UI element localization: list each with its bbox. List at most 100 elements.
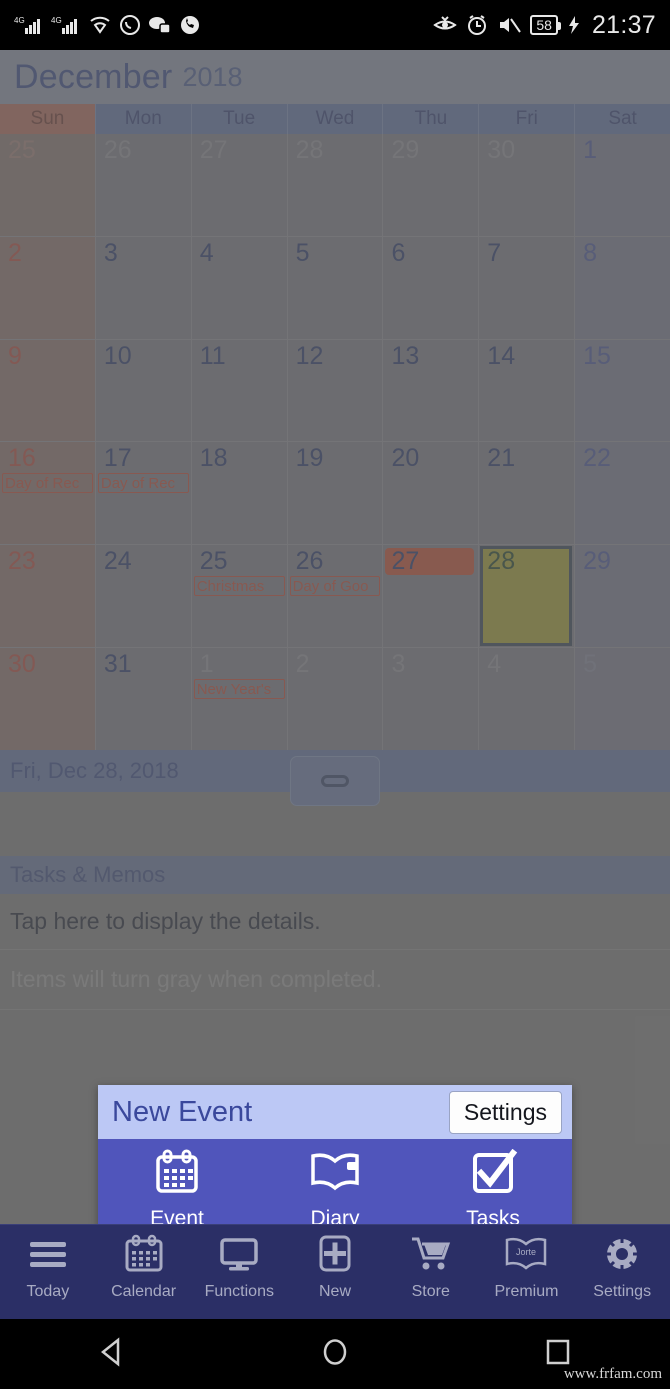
calendar-day-cell[interactable]: 1 xyxy=(575,134,670,236)
calendar-event-label[interactable]: Day of Goo xyxy=(289,576,381,597)
day-number: 8 xyxy=(583,238,598,267)
calendar-day-cell[interactable]: 26 Day of Goo xyxy=(287,545,384,648)
tasks-memos-row-hint[interactable]: Items will turn gray when completed. xyxy=(0,950,670,1010)
popup-settings-button[interactable]: Settings xyxy=(448,1090,562,1134)
home-circle-icon[interactable] xyxy=(315,1332,355,1377)
new-event-option-diary[interactable]: Diary xyxy=(256,1149,414,1231)
day-number: 12 xyxy=(295,341,324,370)
calendar-day-cell[interactable]: 7 xyxy=(479,236,576,339)
day-number: 24 xyxy=(103,547,132,576)
nav-item-calendar[interactable]: Calendar xyxy=(96,1234,192,1301)
calendar-day-cell[interactable]: 19 xyxy=(287,442,384,545)
month-header[interactable]: December 2018 xyxy=(0,50,670,104)
calendar-day-cell[interactable]: 31 xyxy=(95,648,192,750)
weekday-label: Wed xyxy=(315,108,355,129)
weekday-label: Fri xyxy=(515,108,538,129)
4g-signal-icon: 4G xyxy=(14,14,44,36)
calendar-day-cell[interactable]: 17 Day of Rec xyxy=(95,442,192,545)
calendar-event-label[interactable]: Christmas xyxy=(193,576,285,597)
day-number: 7 xyxy=(487,238,502,267)
weekday-label: Sun xyxy=(30,108,65,129)
calendar-day-cell[interactable]: 14 xyxy=(479,339,576,442)
calendar-grid[interactable]: 25 26 27 28 29 30 1 2 3 4 5 6 7 8 9 10 11 12 13 14 15 16 Day o… xyxy=(0,134,670,750)
day-number: 26 xyxy=(295,547,324,576)
day-number: 4 xyxy=(199,238,214,267)
tasks-memos-row-details[interactable]: Tap here to display the details. xyxy=(0,894,670,950)
day-number: 18 xyxy=(199,444,228,473)
app-content: December 2018 Sun Mon Tue Wed Thu Fri Sat 25 26… xyxy=(0,50,670,1319)
calendar-day-cell[interactable]: 9 xyxy=(0,339,96,442)
nav-item-premium[interactable]: Jorte Premium xyxy=(479,1234,575,1301)
calendar-day-cell[interactable]: 28 xyxy=(287,134,384,236)
battery-level: 58 xyxy=(536,16,552,33)
drag-handle-icon xyxy=(321,775,349,787)
day-number: 16 xyxy=(8,444,36,473)
calendar-day-cell[interactable]: 10 xyxy=(95,339,192,442)
calendar-day-cell[interactable]: 21 xyxy=(479,442,576,545)
calendar-day-cell[interactable]: 4 xyxy=(191,236,288,339)
calendar-day-cell[interactable]: 5 xyxy=(287,236,384,339)
weekday-header-mon: Mon xyxy=(95,104,192,134)
calendar-day-cell[interactable]: 1 New Year's xyxy=(191,648,288,750)
calendar-event-label[interactable]: Day of Rec xyxy=(97,473,189,494)
calendar-day-cell[interactable]: 2 xyxy=(287,648,384,750)
calendar-day-cell[interactable]: 27 xyxy=(383,545,480,648)
calendar-day-cell[interactable]: 4 xyxy=(479,648,576,750)
calendar-day-cell[interactable]: 29 xyxy=(383,134,480,236)
calendar-day-cell[interactable]: 6 xyxy=(383,236,480,339)
wifi-icon xyxy=(88,14,112,36)
battery-indicator: 58 xyxy=(530,15,561,35)
calendar-event-label[interactable]: New Year's xyxy=(193,679,285,700)
calendar-day-cell[interactable]: 3 xyxy=(95,236,192,339)
nav-item-new[interactable]: New xyxy=(287,1234,383,1301)
calendar-day-cell[interactable]: 16 Day of Rec xyxy=(0,442,96,545)
calendar-day-cell[interactable]: 26 xyxy=(95,134,192,236)
day-number: 19 xyxy=(295,444,324,473)
nav-item-functions[interactable]: Functions xyxy=(191,1234,287,1301)
svg-text:4G: 4G xyxy=(51,16,62,25)
drag-handle-tab[interactable] xyxy=(290,756,380,806)
day-number: 28 xyxy=(487,547,516,576)
nav-item-store[interactable]: Store xyxy=(383,1234,479,1301)
calendar-day-cell[interactable]: 12 xyxy=(287,339,384,442)
calendar-day-cell[interactable]: 3 xyxy=(383,648,480,750)
new-event-option-tasks[interactable]: Tasks xyxy=(414,1148,572,1231)
new-event-option-event[interactable]: Event xyxy=(98,1149,256,1231)
calendar-day-cell[interactable]: 8 xyxy=(575,236,670,339)
calendar-day-cell[interactable]: 2 xyxy=(0,236,96,339)
calendar-event-label[interactable]: Day of Rec xyxy=(2,473,93,494)
day-number: 27 xyxy=(391,547,420,576)
svg-text:4G: 4G xyxy=(14,16,25,25)
calendar-day-cell[interactable]: 15 xyxy=(575,339,670,442)
hamburger-icon xyxy=(25,1234,71,1279)
calendar-day-cell[interactable]: 23 xyxy=(0,545,96,648)
calendar-day-cell[interactable]: 25 Christmas xyxy=(191,545,288,648)
back-triangle-icon[interactable] xyxy=(92,1332,132,1377)
calendar-day-cell[interactable]: 28 xyxy=(479,545,576,648)
jorte-book-icon: Jorte xyxy=(501,1234,551,1279)
calendar-day-cell[interactable]: 25 xyxy=(0,134,96,236)
weekday-label: Sat xyxy=(608,108,637,129)
calendar-day-cell[interactable]: 30 xyxy=(479,134,576,236)
calendar-day-cell[interactable]: 13 xyxy=(383,339,480,442)
calendar-day-cell[interactable]: 30 xyxy=(0,648,96,750)
calendar-day-cell[interactable]: 27 xyxy=(191,134,288,236)
calendar-day-cell[interactable]: 5 xyxy=(575,648,670,750)
calendar-day-cell[interactable]: 11 xyxy=(191,339,288,442)
calendar-day-cell[interactable]: 20 xyxy=(383,442,480,545)
checkbox-checked-icon xyxy=(467,1148,519,1202)
weekday-header-thu: Thu xyxy=(383,104,480,134)
calendar-day-cell[interactable]: 24 xyxy=(95,545,192,648)
nav-item-settings[interactable]: Settings xyxy=(574,1234,670,1301)
weekday-label: Tue xyxy=(223,108,256,129)
calendar-icon xyxy=(121,1234,167,1279)
day-number: 14 xyxy=(487,341,516,370)
nav-item-today[interactable]: Today xyxy=(0,1234,96,1301)
alarm-icon xyxy=(466,14,488,36)
day-number: 30 xyxy=(487,136,516,164)
day-number: 23 xyxy=(8,547,36,576)
calendar-day-cell[interactable]: 22 xyxy=(575,442,670,545)
calendar-day-cell[interactable]: 29 xyxy=(575,545,670,648)
4g-signal-icon-2: 4G xyxy=(51,14,81,36)
calendar-day-cell[interactable]: 18 xyxy=(191,442,288,545)
